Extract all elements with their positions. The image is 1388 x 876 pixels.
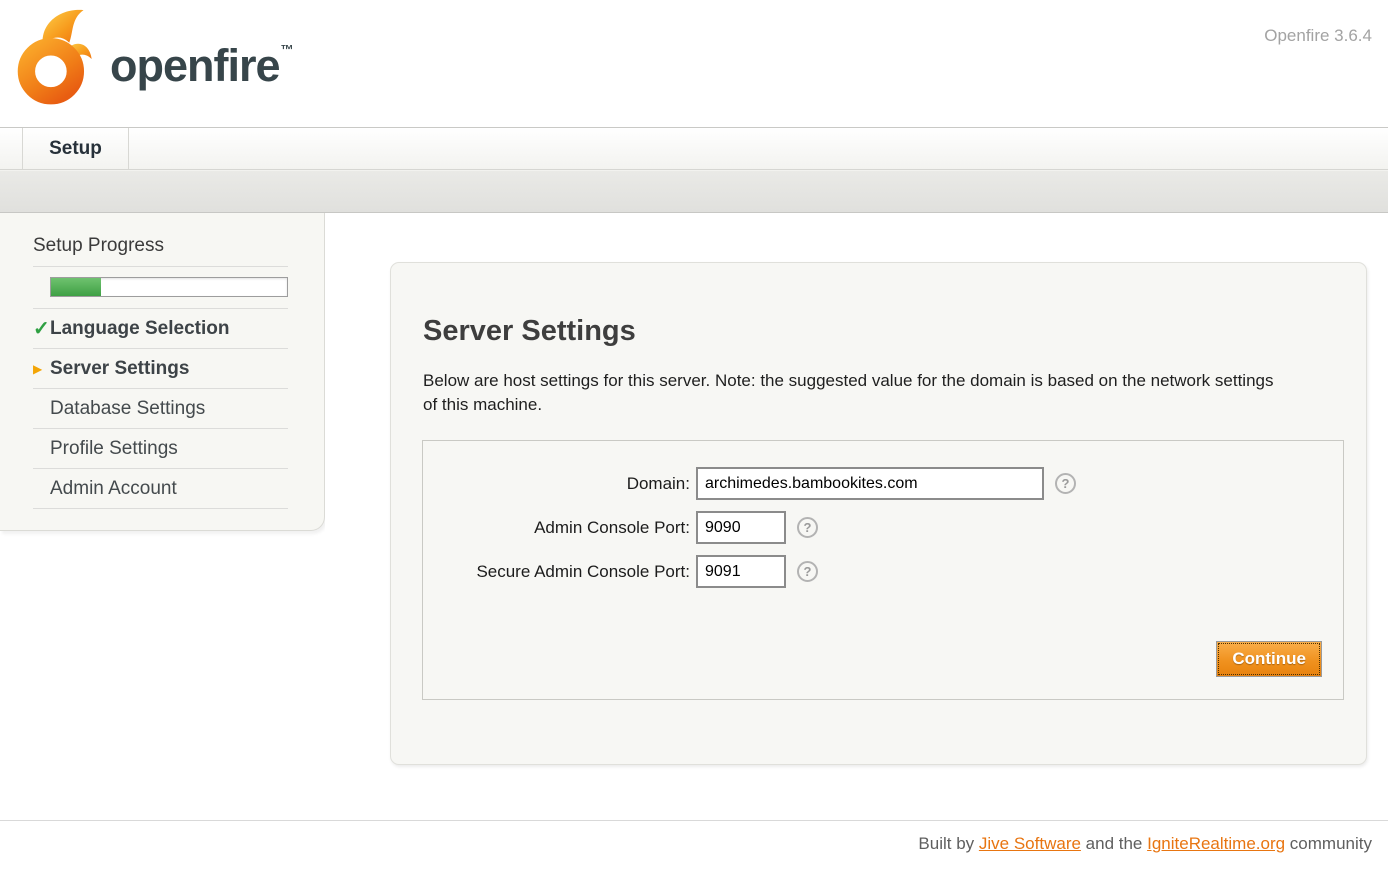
brand-name: openfire™ — [110, 40, 292, 92]
header: openfire™ Openfire 3.6.4 — [0, 0, 1388, 127]
sidebar-item-admin-account: Admin Account — [33, 469, 288, 509]
sidebar-item-server-settings: ▶ Server Settings — [33, 349, 288, 389]
footer-text-prefix: Built by — [918, 834, 978, 853]
brand: openfire™ — [16, 6, 292, 108]
trademark: ™ — [281, 42, 293, 57]
progress-wrap — [33, 267, 288, 309]
openfire-logo-icon — [16, 6, 98, 108]
continue-button-label: Continue — [1218, 643, 1320, 675]
page-title: Server Settings — [423, 315, 1366, 348]
footer-text-suffix: community — [1285, 834, 1372, 853]
setup-progress-card: Setup Progress ✓ Language Selection ▶ Se… — [0, 213, 325, 531]
sidebar-item-label: Server Settings — [50, 358, 189, 380]
form-row-secure-admin-console-port: Secure Admin Console Port: ? — [423, 555, 1343, 588]
secure-admin-console-port-field[interactable] — [696, 555, 786, 588]
check-icon: ✓ — [33, 316, 50, 341]
app-version: Openfire 3.6.4 — [1264, 26, 1372, 46]
sidebar-item-label: Language Selection — [50, 318, 229, 340]
continue-button[interactable]: Continue — [1216, 641, 1322, 677]
jive-software-link[interactable]: Jive Software — [979, 834, 1081, 853]
form-row-domain: Domain: ? — [423, 467, 1343, 500]
main-column: Server Settings Below are host settings … — [325, 213, 1388, 820]
footer-text-middle: and the — [1081, 834, 1147, 853]
sidebar-item-label: Admin Account — [50, 478, 177, 500]
help-icon-admin-console-port[interactable]: ? — [797, 517, 818, 538]
arrow-right-icon: ▶ — [33, 362, 50, 376]
domain-label: Domain: — [423, 474, 696, 494]
progress-bar — [50, 277, 288, 297]
help-icon-secure-admin-console-port[interactable]: ? — [797, 561, 818, 582]
content: Setup Progress ✓ Language Selection ▶ Se… — [0, 213, 1388, 820]
sidebar-item-language-selection: ✓ Language Selection — [33, 309, 288, 349]
domain-field[interactable] — [696, 467, 1044, 500]
sidebar-item-profile-settings: Profile Settings — [33, 429, 288, 469]
secure-admin-console-port-label: Secure Admin Console Port: — [423, 562, 696, 582]
admin-console-port-label: Admin Console Port: — [423, 518, 696, 538]
igniterealtime-link[interactable]: IgniteRealtime.org — [1147, 834, 1285, 853]
progress-fill — [51, 278, 101, 296]
sidebar-item-label: Profile Settings — [50, 438, 178, 460]
form-row-admin-console-port: Admin Console Port: ? — [423, 511, 1343, 544]
tab-bar: Setup — [0, 127, 1388, 170]
footer: Built by Jive Software and the IgniteRea… — [0, 820, 1388, 876]
sub-bar — [0, 170, 1388, 213]
setup-progress-title: Setup Progress — [33, 235, 288, 267]
page-description: Below are host settings for this server.… — [423, 369, 1288, 417]
sidebar-item-label: Database Settings — [50, 398, 205, 420]
sidebar-item-database-settings: Database Settings — [33, 389, 288, 429]
server-settings-form: Domain: ? Admin Console Port: ? Secure A… — [422, 440, 1344, 700]
admin-console-port-field[interactable] — [696, 511, 786, 544]
help-icon-domain[interactable]: ? — [1055, 473, 1076, 494]
server-settings-panel: Server Settings Below are host settings … — [390, 262, 1367, 765]
tab-setup[interactable]: Setup — [22, 128, 129, 169]
sidebar-column: Setup Progress ✓ Language Selection ▶ Se… — [0, 213, 325, 820]
